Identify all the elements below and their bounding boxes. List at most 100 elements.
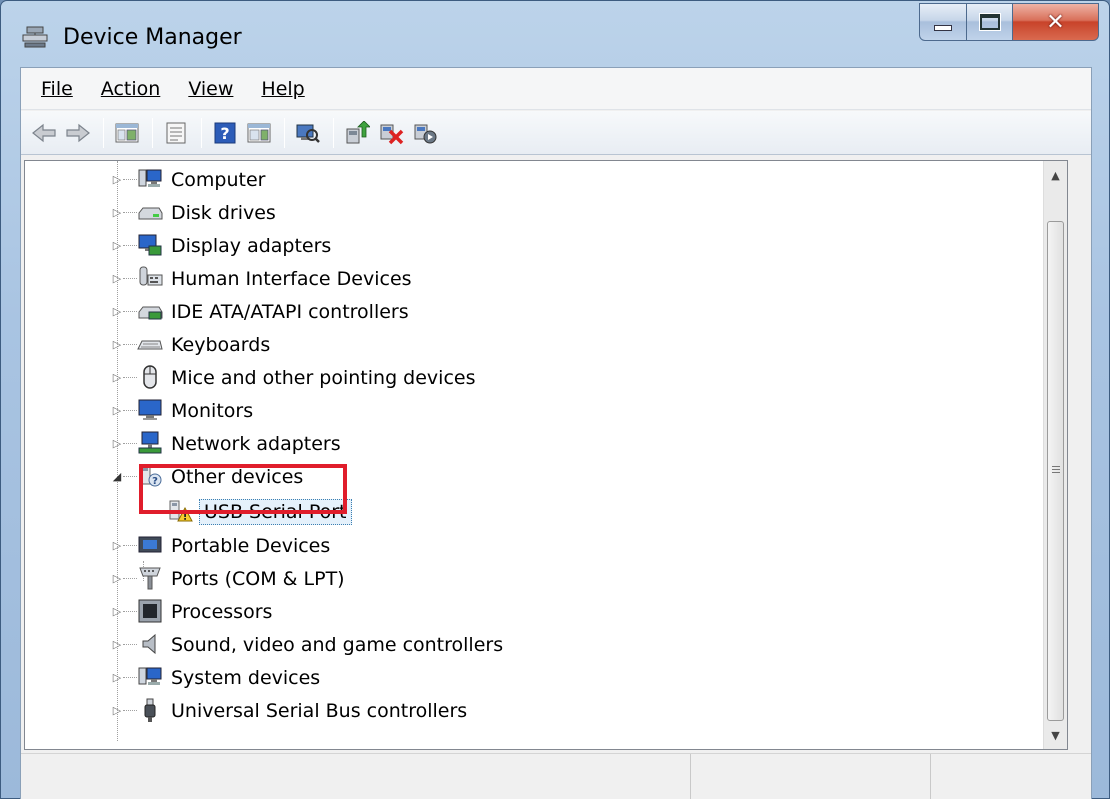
scroll-down-arrow-icon[interactable]: ▼ [1044, 723, 1067, 747]
menu-help[interactable]: Help [247, 78, 318, 100]
tree-item-human-interface-devices[interactable]: ▷ Human Interface Devices [25, 262, 1065, 295]
maximize-button[interactable] [967, 3, 1013, 41]
tree-item-label: Sound, video and game controllers [171, 633, 504, 656]
tree-item-computer[interactable]: ▷ Computer [25, 163, 1065, 196]
expand-arrow-icon[interactable]: ▷ [111, 305, 123, 318]
minimize-button[interactable] [919, 3, 967, 41]
menu-action[interactable]: Action [87, 78, 175, 100]
tree-item-mice[interactable]: ▷ Mice and other pointing devices [25, 361, 1065, 394]
disk-drive-icon [138, 207, 163, 220]
scrollbar-thumb[interactable] [1047, 221, 1064, 721]
tree-connector [123, 179, 137, 180]
scan-hardware-button[interactable] [293, 118, 323, 148]
tree-item-monitors[interactable]: ▷ Monitors [25, 394, 1065, 427]
tree-item-portable-devices[interactable]: ▷ Portable Devices [25, 529, 1065, 562]
tree-connector [123, 410, 137, 411]
expand-arrow-icon[interactable]: ▷ [111, 404, 123, 417]
expand-arrow-icon[interactable]: ▷ [111, 539, 123, 552]
collapse-arrow-icon[interactable]: ◢ [111, 470, 123, 483]
expand-arrow-icon[interactable]: ▷ [111, 572, 123, 585]
system-device-icon [138, 667, 162, 685]
close-button[interactable]: ✕ [1013, 3, 1099, 41]
warning-device-icon [169, 500, 193, 522]
ide-controller-icon [138, 306, 163, 320]
tree-item-label: Processors [171, 600, 273, 623]
tree-item-system-devices[interactable]: ▷ System devices [25, 661, 1065, 694]
forward-arrow-icon [66, 123, 90, 142]
tree-item-label: USB Serial Port [199, 498, 352, 525]
expand-arrow-icon[interactable]: ▷ [111, 671, 123, 684]
show-hide-console-tree-icon [115, 123, 139, 142]
tree-item-label: System devices [171, 666, 321, 689]
help-button[interactable]: ? [210, 118, 240, 148]
tree-item-keyboards[interactable]: ▷ Keyboards [25, 328, 1065, 361]
tree-item-sound-video-game[interactable]: ▷ Sound, video and game controllers [25, 628, 1065, 661]
status-pane-middle [691, 754, 931, 799]
expand-arrow-icon[interactable]: ▷ [111, 437, 123, 450]
tree-item-other-devices[interactable]: ◢ ? Other devices [25, 460, 1065, 493]
status-pane-right [931, 754, 1091, 799]
tree-item-label: Mice and other pointing devices [171, 366, 476, 389]
menu-view-label: View [188, 77, 234, 100]
expand-arrow-icon[interactable]: ▷ [111, 338, 123, 351]
tree-connector [123, 245, 137, 246]
action-pane-button[interactable] [244, 118, 274, 148]
expand-arrow-icon[interactable]: ▷ [111, 206, 123, 219]
forward-button[interactable] [63, 118, 93, 148]
expand-arrow-icon[interactable]: ▷ [111, 371, 123, 384]
display-adapter-icon [138, 234, 162, 256]
expand-arrow-icon[interactable]: ▷ [111, 638, 123, 651]
help-icon: ? [214, 122, 236, 143]
toolbar: ? [21, 111, 1091, 155]
show-hide-console-tree-button[interactable] [112, 118, 142, 148]
tree-connector [123, 212, 137, 213]
scrollbar-grip [1052, 466, 1060, 467]
menu-file[interactable]: File [27, 78, 87, 100]
expand-arrow-icon[interactable]: ▷ [111, 239, 123, 252]
menu-action-label: Action [100, 77, 161, 100]
tree-item-label: Computer [171, 168, 266, 191]
tree-item-disk-drives[interactable]: ▷ Disk drives [25, 196, 1065, 229]
tree-connector [123, 443, 137, 444]
maximize-icon [978, 13, 1001, 31]
tree-item-processors[interactable]: ▷ Processors [25, 595, 1065, 628]
tree-item-usb-serial-port[interactable]: USB Serial Port [25, 495, 1065, 528]
tree-item-label: IDE ATA/ATAPI controllers [171, 300, 409, 323]
update-driver-button[interactable] [342, 118, 372, 148]
tree-item-label: Ports (COM & LPT) [171, 567, 345, 590]
hid-icon [139, 266, 163, 286]
tree-item-ide-controllers[interactable]: ▷ IDE ATA/ATAPI controllers [25, 295, 1065, 328]
tree-connector [123, 578, 137, 579]
tree-item-display-adapters[interactable]: ▷ Display adapters [25, 229, 1065, 262]
keyboard-icon [137, 340, 163, 350]
tree-item-usb-controllers[interactable]: ▷ Universal Serial Bus controllers [25, 694, 1065, 727]
client-area: File Action View Help ? ▷ Computer ▷ Dis… [20, 67, 1092, 799]
expand-arrow-icon[interactable]: ▷ [111, 173, 123, 186]
caption-buttons: ✕ [919, 3, 1099, 43]
menu-view[interactable]: View [174, 78, 247, 100]
properties-button[interactable] [161, 118, 191, 148]
port-icon [139, 567, 161, 590]
processor-icon [138, 599, 162, 623]
vertical-scrollbar[interactable]: ▲ ▼ [1043, 161, 1067, 749]
scroll-up-arrow-icon[interactable]: ▲ [1044, 163, 1067, 187]
device-manager-window: Device Manager ✕ File Action View Help ?… [0, 0, 1110, 799]
expand-arrow-icon[interactable]: ▷ [111, 704, 123, 717]
status-pane-main [21, 754, 691, 799]
tree-connector [123, 545, 137, 546]
device-tree[interactable]: ▷ Computer ▷ Disk drives ▷ Display adapt… [24, 160, 1068, 750]
enable-device-icon [414, 124, 437, 143]
device-manager-icon [22, 26, 48, 48]
title-bar[interactable]: Device Manager ✕ [1, 1, 1109, 67]
minimize-icon [934, 25, 952, 31]
tree-item-network-adapters[interactable]: ▷ Network adapters [25, 427, 1065, 460]
expand-arrow-icon[interactable]: ▷ [111, 605, 123, 618]
monitor-icon [138, 399, 162, 420]
enable-device-button[interactable] [410, 118, 440, 148]
expand-arrow-icon[interactable]: ▷ [111, 272, 123, 285]
tree-item-ports[interactable]: ▷ Ports (COM & LPT) [25, 562, 1065, 595]
mouse-icon [143, 365, 157, 389]
uninstall-device-button[interactable] [376, 118, 406, 148]
window-title: Device Manager [63, 25, 242, 50]
back-button[interactable] [29, 118, 59, 148]
